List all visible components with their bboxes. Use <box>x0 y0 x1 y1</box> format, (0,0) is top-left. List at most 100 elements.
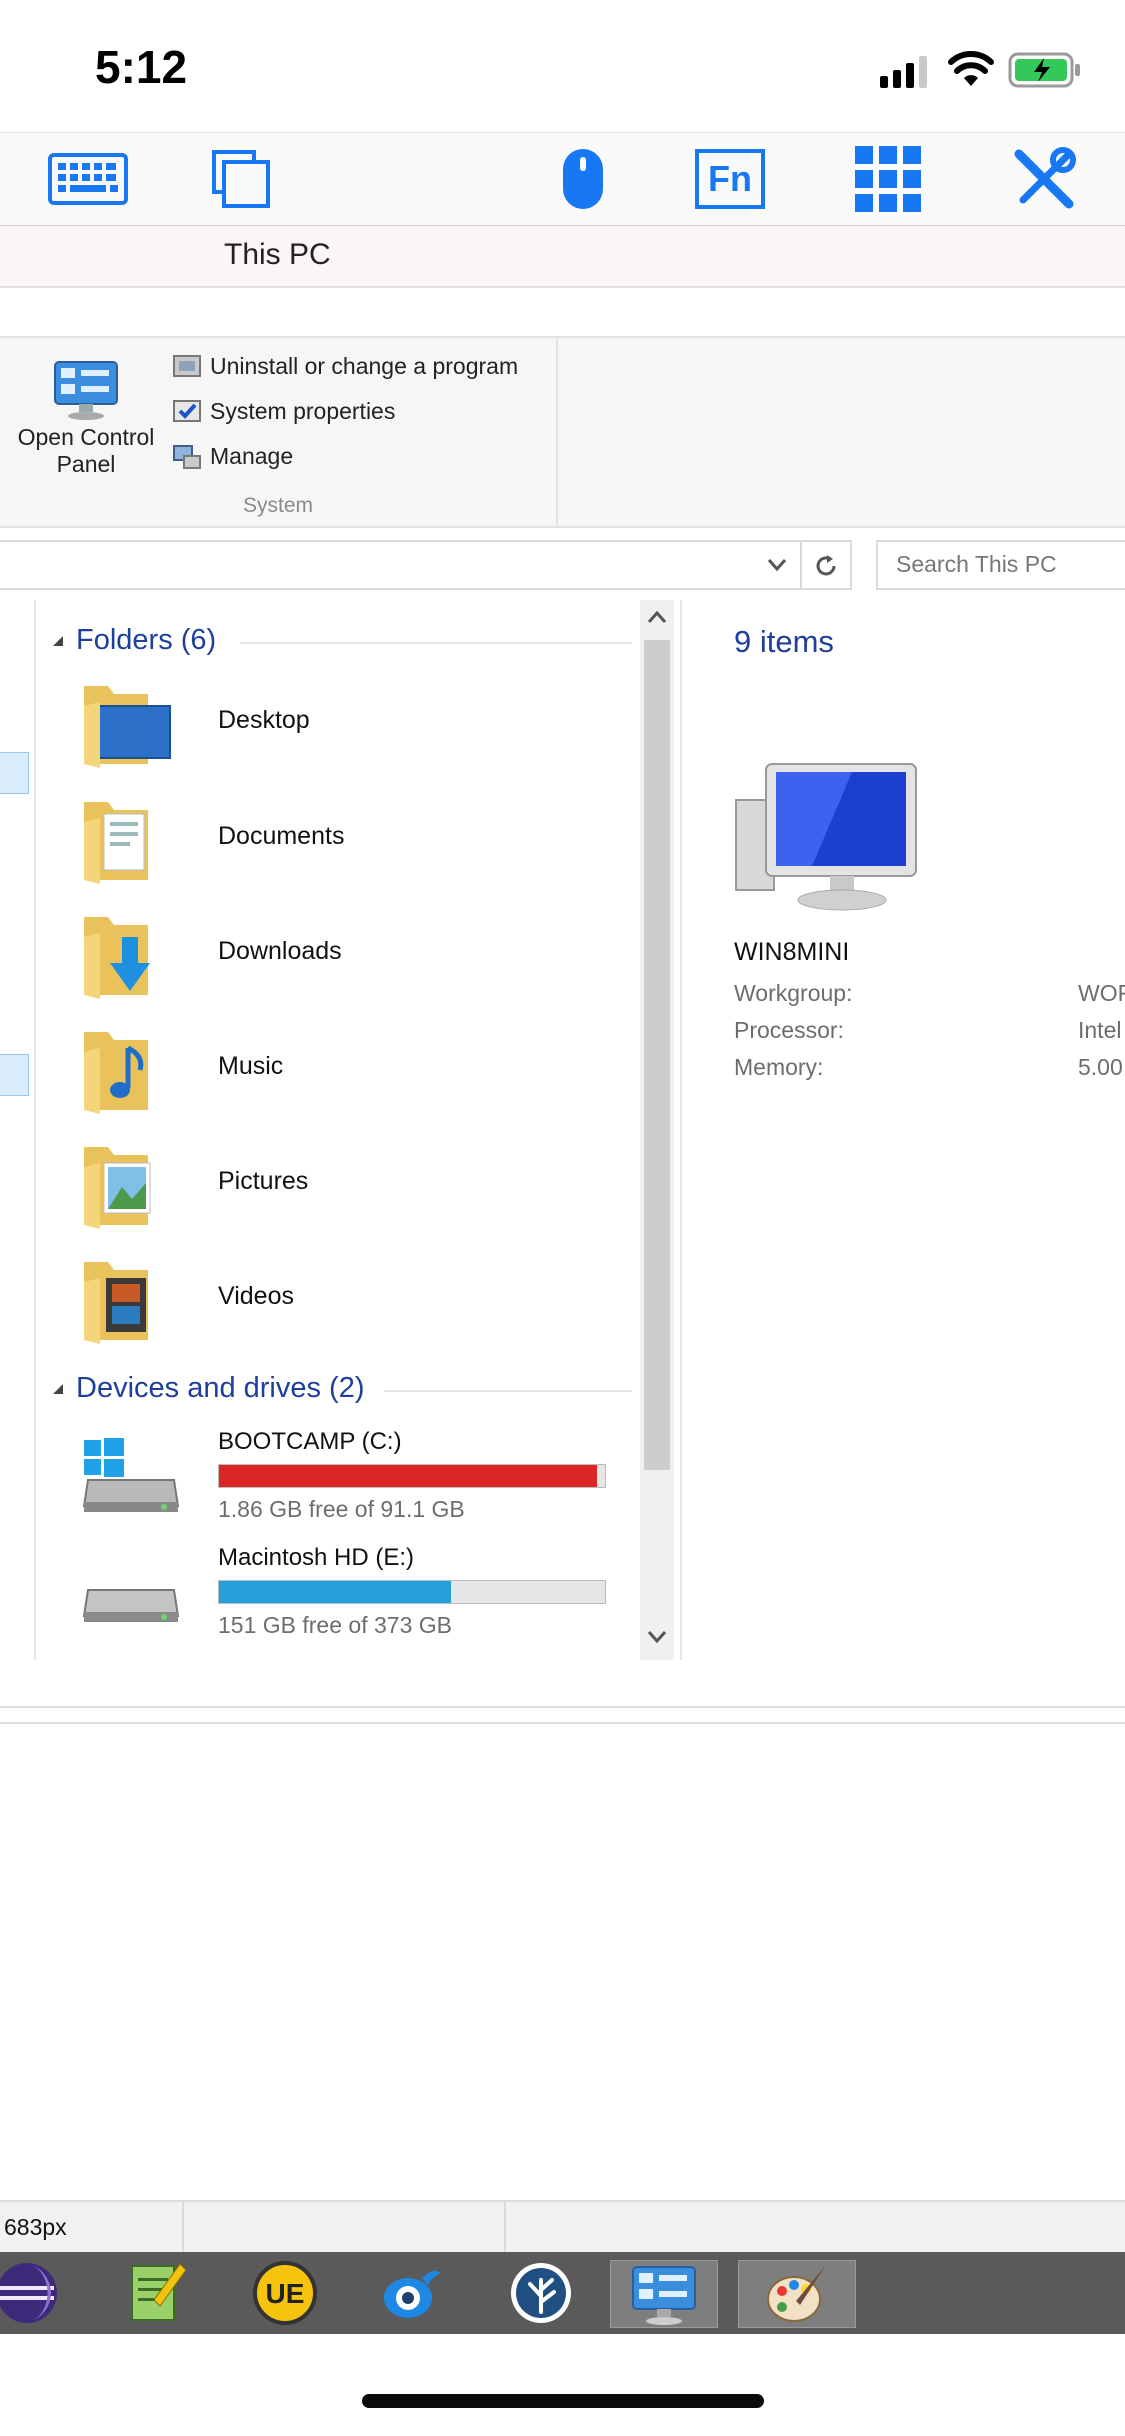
folder-downloads[interactable]: Downloads <box>78 903 638 1007</box>
system-properties-label: System properties <box>210 397 396 424</box>
folder-music[interactable]: Music <box>78 1018 638 1122</box>
collapse-triangle-icon <box>53 1383 63 1394</box>
search-placeholder: Search This PC <box>896 551 1057 577</box>
scroll-thumb[interactable] <box>644 640 670 1470</box>
keyboard-button[interactable] <box>48 147 128 211</box>
desktop-folder-icon <box>84 686 171 768</box>
open-control-panel-label: Open Control Panel <box>17 424 155 477</box>
drive-usage-fill <box>219 1581 451 1603</box>
svg-text:UE: UE <box>266 2278 305 2309</box>
drive-macintosh-hd[interactable]: Macintosh HD (E:) 151 GB free of 373 GB <box>74 1544 634 1654</box>
tools-icon <box>1014 147 1076 209</box>
downloads-folder-icon <box>84 917 150 999</box>
devices-header-label: Devices and drives (2) <box>76 1372 365 1404</box>
status-separator <box>182 2202 184 2252</box>
fn-key-button[interactable]: Fn <box>694 147 766 211</box>
chevron-down-icon[interactable] <box>766 556 788 574</box>
open-control-panel-button[interactable]: Open Control Panel <box>6 358 166 478</box>
system-properties-link[interactable]: System properties <box>172 397 395 425</box>
cellular-signal-icon <box>880 56 927 88</box>
ios-status-bar: 5:12 <box>0 0 1125 132</box>
status-separator <box>504 2202 506 2252</box>
apps-grid-button[interactable] <box>854 146 922 212</box>
windows-drive-icon <box>82 1438 180 1512</box>
items-count: 9 items <box>734 624 834 659</box>
scroll-up-icon[interactable] <box>647 610 667 624</box>
paint-app[interactable] <box>738 2260 856 2328</box>
folders-header-label: Folders (6) <box>76 624 217 656</box>
status-text: 683px <box>4 2214 67 2240</box>
address-bar[interactable] <box>0 540 852 590</box>
sourcetree-icon <box>511 2263 571 2323</box>
computer-management-icon <box>173 445 201 469</box>
folders-group-header[interactable]: Folders (6) <box>52 624 216 657</box>
control-panel-icon <box>54 361 118 420</box>
battery-charging-icon <box>1008 52 1080 88</box>
content-pane: Folders (6) Desktop Documents Downloads <box>34 600 674 1660</box>
notepad-plus-app[interactable] <box>124 2260 190 2326</box>
status-time: 5:12 <box>95 41 188 93</box>
manage-link[interactable]: Manage <box>172 442 293 470</box>
drive-usage-bar <box>218 1464 606 1488</box>
uninstall-program-label: Uninstall or change a program <box>210 352 519 379</box>
vertical-scrollbar[interactable] <box>640 600 674 1660</box>
eclipse-app[interactable] <box>0 2260 60 2326</box>
folder-label: Music <box>218 1052 284 1080</box>
videos-folder-icon <box>84 1262 148 1344</box>
folder-desktop[interactable]: Desktop <box>78 672 638 776</box>
devices-group-header[interactable]: Devices and drives (2) <box>52 1372 365 1405</box>
music-folder-icon <box>84 1032 148 1114</box>
mouse-button[interactable] <box>558 147 608 211</box>
programs-icon <box>173 355 201 377</box>
navigation-pane[interactable] <box>0 600 36 1660</box>
memory-value: 5.00 <box>1078 1054 1123 1080</box>
scroll-down-icon[interactable] <box>647 1630 667 1644</box>
window-title: This PC <box>224 238 331 271</box>
mouse-icon <box>563 149 603 209</box>
collapse-triangle-icon <box>53 635 63 646</box>
drive-name: Macintosh HD (E:) <box>218 1544 415 1571</box>
taskbar: UE <box>0 2252 1125 2334</box>
home-indicator[interactable] <box>362 2394 764 2408</box>
status-bar: 683px <box>0 2200 1125 2252</box>
window-bottom-border <box>0 1706 1125 1724</box>
folder-label: Videos <box>218 1282 294 1310</box>
workgroup-label: Workgroup: <box>734 980 853 1006</box>
bird-app[interactable] <box>378 2260 444 2326</box>
folder-label: Pictures <box>218 1167 309 1195</box>
nav-item-selected[interactable] <box>0 752 29 794</box>
system-properties-icon <box>173 400 201 422</box>
keyboard-icon <box>48 153 128 205</box>
nav-item-highlighted[interactable] <box>0 1054 29 1096</box>
address-row: Search This PC <box>0 540 1125 590</box>
wifi-icon <box>948 51 994 86</box>
uninstall-program-link[interactable]: Uninstall or change a program <box>172 352 518 380</box>
documents-folder-icon <box>84 802 148 884</box>
folder-videos[interactable]: Videos <box>78 1248 638 1352</box>
apps-grid-icon <box>855 146 921 212</box>
details-pane: 9 items WIN8MINI Workgroup: WOR Processo… <box>680 600 1125 1660</box>
folder-documents[interactable]: Documents <box>78 788 638 892</box>
notepad-plus-icon <box>131 2263 187 2321</box>
control-panel-app[interactable] <box>610 2260 718 2328</box>
devices-header-rule <box>384 1390 632 1392</box>
tools-button[interactable] <box>1010 147 1078 211</box>
window-switch-button[interactable] <box>210 147 272 211</box>
window-switch-icon <box>212 150 270 208</box>
folder-pictures[interactable]: Pictures <box>78 1133 638 1237</box>
manage-label: Manage <box>210 442 294 469</box>
pc-name: WIN8MINI <box>734 938 850 966</box>
paint-icon <box>767 2265 826 2322</box>
drive-bootcamp[interactable]: BOOTCAMP (C:) 1.86 GB free of 91.1 GB <box>74 1428 634 1538</box>
drive-name: BOOTCAMP (C:) <box>218 1428 402 1455</box>
search-input[interactable]: Search This PC <box>876 540 1125 590</box>
drive-usage-fill <box>219 1465 598 1487</box>
ribbon-group-label: System <box>242 494 313 517</box>
eclipse-icon <box>0 2263 57 2323</box>
memory-label: Memory: <box>734 1054 824 1080</box>
sourcetree-app[interactable] <box>508 2260 574 2326</box>
ribbon-group-system: Open Control Panel Uninstall or change a… <box>0 338 558 526</box>
refresh-icon[interactable] <box>812 552 840 580</box>
ultraedit-icon: UE <box>253 2261 317 2325</box>
ultraedit-app[interactable]: UE <box>252 2260 318 2326</box>
